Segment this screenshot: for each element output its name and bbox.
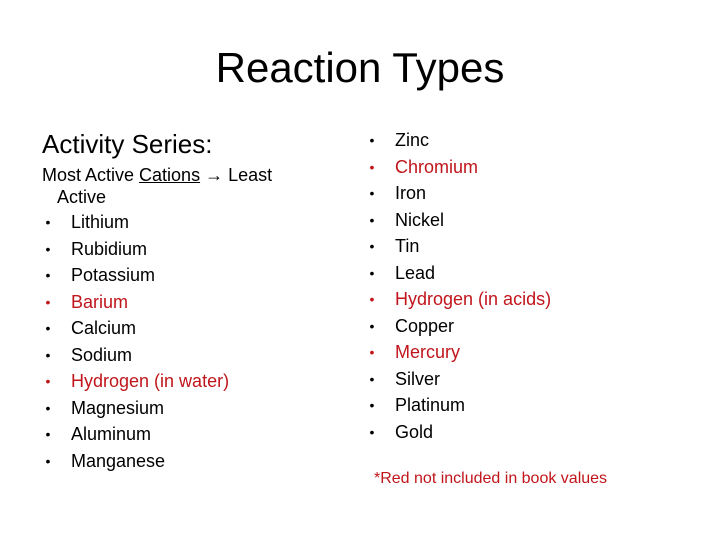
- subhead-continuation: Active: [57, 187, 107, 207]
- bullet-icon: •: [45, 452, 51, 469]
- footnote: *Red not included in book values: [374, 470, 608, 487]
- activity-series-heading: Activity Series:: [42, 129, 213, 159]
- slide-title: Reaction Types: [215, 44, 505, 91]
- list-item: • Nickel: [366, 207, 551, 234]
- bullet-icon: •: [45, 267, 51, 283]
- bullet-icon: •: [45, 214, 51, 230]
- bullet-icon: •: [369, 370, 375, 387]
- list-item: • Chromium: [366, 154, 551, 181]
- bullet-icon: •: [45, 373, 51, 389]
- list-item: • Platinum: [366, 392, 551, 419]
- subhead-prefix: Most Active: [42, 165, 140, 185]
- bullet-icon: •: [45, 240, 51, 257]
- bullet-icon: •: [45, 293, 51, 310]
- list-item-label: Chromium: [395, 156, 479, 177]
- list-item-label: Lead: [395, 262, 436, 283]
- list-item-label: Aluminum: [71, 424, 152, 444]
- list-item-label: Hydrogen (in acids): [395, 289, 552, 309]
- list-item: • Hydrogen (in water): [42, 368, 230, 395]
- list-item-label: Tin: [395, 236, 420, 256]
- list-item: • Lead: [366, 260, 551, 287]
- list-item-label: Silver: [395, 368, 441, 389]
- left-activity-list: • Lithium • Rubidium • Potassium • Barium • Calci…: [42, 209, 230, 475]
- list-item: • Silver: [366, 366, 551, 393]
- list-item-label: Calcium: [71, 318, 137, 338]
- list-item: • Barium: [42, 289, 229, 316]
- activity-direction-subhead: Most Active Cations → Least Active: [42, 164, 322, 208]
- list-item: • Rubidium: [42, 236, 229, 263]
- list-item-label: Potassium: [71, 265, 156, 285]
- list-item: • Sodium: [42, 342, 229, 369]
- bullet-icon: •: [369, 211, 375, 228]
- list-item-label: Mercury: [395, 342, 461, 362]
- subhead-suffix: Least: [223, 165, 273, 185]
- bullet-icon: •: [369, 317, 375, 334]
- bullet-icon: •: [369, 423, 375, 440]
- list-item: • Manganese: [42, 448, 229, 475]
- list-item-label: Nickel: [395, 209, 445, 230]
- bullet-icon: •: [369, 238, 375, 254]
- bullet-icon: •: [369, 291, 375, 307]
- list-item: • Magnesium: [42, 395, 229, 422]
- right-activity-list: • Zinc • Chromium • Iron • Nickel • Tin • Lead • Hydr…: [366, 127, 552, 446]
- bullet-icon: •: [369, 158, 375, 175]
- list-item-label: Platinum: [395, 395, 466, 415]
- list-item: • Zinc: [366, 127, 551, 154]
- list-item-label: Zinc: [395, 130, 430, 150]
- bullet-icon: •: [369, 185, 375, 201]
- list-item: • Aluminum: [42, 421, 229, 448]
- list-item-label: Manganese: [71, 450, 166, 471]
- list-item-label: Hydrogen (in water): [71, 371, 230, 391]
- list-item-label: Sodium: [71, 344, 133, 365]
- list-item: • Calcium: [42, 315, 229, 342]
- list-item: • Mercury: [366, 339, 551, 366]
- list-item: • Copper: [366, 313, 551, 340]
- bullet-icon: •: [369, 397, 375, 413]
- list-item: • Potassium: [42, 262, 229, 289]
- subhead-cations: Cations: [139, 165, 201, 185]
- list-item: • Hydrogen (in acids): [366, 286, 552, 313]
- list-item-label: Iron: [395, 183, 427, 203]
- list-item-label: Rubidium: [71, 238, 148, 259]
- bullet-icon: •: [45, 426, 51, 442]
- list-item-label: Lithium: [71, 212, 130, 232]
- bullet-icon: •: [45, 320, 51, 336]
- bullet-icon: •: [369, 264, 375, 281]
- list-item-label: Gold: [395, 421, 434, 442]
- bullet-icon: •: [369, 132, 375, 148]
- bullet-icon: •: [369, 344, 375, 360]
- list-item-label: Magnesium: [71, 397, 165, 418]
- bullet-icon: •: [45, 399, 51, 416]
- list-item: • Iron: [366, 180, 551, 207]
- list-item: • Tin: [366, 233, 551, 260]
- list-item-label: Barium: [71, 291, 129, 312]
- arrow-right-icon: →: [205, 165, 224, 185]
- list-item: • Lithium: [42, 209, 229, 236]
- list-item: • Gold: [366, 419, 551, 446]
- bullet-icon: •: [45, 346, 51, 363]
- list-item-label: Copper: [395, 315, 455, 336]
